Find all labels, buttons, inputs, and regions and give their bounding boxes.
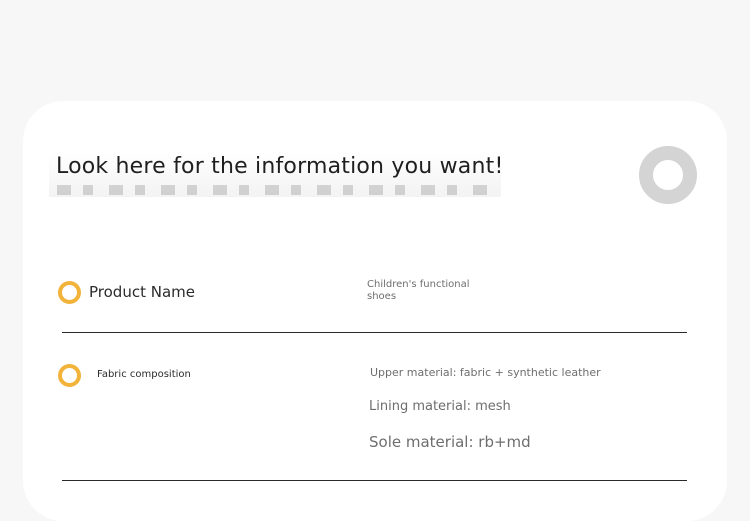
page-headline: Look here for the information you want!: [56, 154, 504, 179]
lining-material-value: Lining material: mesh: [369, 399, 511, 414]
row-divider: [62, 480, 687, 481]
upper-material-value: Upper material: fabric + synthetic leath…: [370, 366, 601, 379]
circle-ring-icon: [639, 146, 697, 204]
fabric-composition-label: Fabric composition: [97, 369, 191, 380]
sole-material-value: Sole material: rb+md: [369, 433, 531, 451]
circle-bullet-icon: [58, 281, 81, 304]
product-name-value: Children's functional shoes: [367, 279, 470, 302]
circle-bullet-icon: [58, 364, 81, 387]
row-divider: [62, 332, 687, 333]
product-name-label: Product Name: [89, 283, 195, 301]
headline-texture: [57, 185, 487, 195]
